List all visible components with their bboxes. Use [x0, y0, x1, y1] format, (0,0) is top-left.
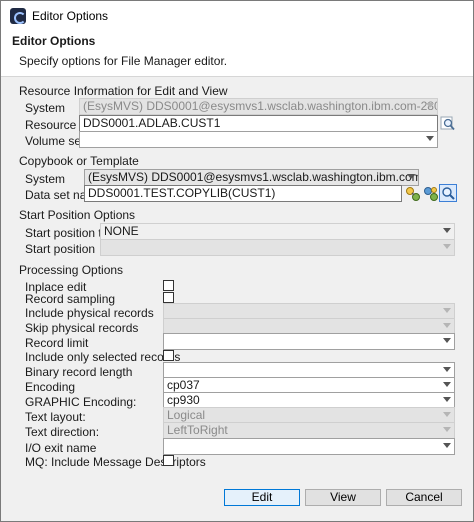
chevron-down-icon [443, 308, 451, 314]
chevron-down-icon [426, 103, 434, 109]
skip-physical-records-label: Skip physical records [25, 321, 139, 335]
volume-serial-select[interactable] [79, 131, 438, 148]
view-button[interactable]: View [305, 489, 381, 506]
template-button-1[interactable] [403, 184, 421, 202]
search-resource-button[interactable] [438, 114, 456, 132]
dialog-description: Specify options for File Manager editor. [19, 54, 228, 68]
copybook-icon [424, 187, 438, 201]
copybook-system-select[interactable]: (EsysMVS) DDS0001@esysmvs1.wsclab.washin… [84, 169, 419, 186]
cancel-button[interactable]: Cancel [386, 489, 462, 506]
chevron-down-icon [443, 443, 451, 449]
record-sampling-checkbox[interactable] [163, 292, 174, 303]
mq-message-descriptors-label: MQ: Include Message Descriptors [25, 455, 206, 469]
record-limit-label: Record limit [25, 336, 89, 350]
text-layout-label: Text layout: [25, 410, 86, 424]
dialog-title: Editor Options [12, 34, 96, 48]
title-bar: Editor Options [1, 1, 473, 31]
start-position-section-label: Start Position Options [19, 208, 136, 222]
start-position-type-select[interactable]: NONE [100, 223, 455, 240]
graphic-encoding-value: cp930 [167, 393, 200, 407]
dataset-name-input[interactable]: DDS0001.TEST.COPYLIB(CUST1) [84, 185, 402, 202]
text-direction-value: LeftToRight [167, 423, 228, 437]
resource-system-select[interactable]: (EsysMVS) DDS0001@esysmvs1.wsclab.washin… [79, 98, 438, 115]
copybook-system-value: (EsysMVS) DDS0001@esysmvs1.wsclab.washin… [88, 170, 419, 184]
encoding-value: cp037 [167, 378, 200, 392]
io-exit-name-select[interactable] [163, 438, 455, 455]
include-selected-records-checkbox[interactable] [163, 350, 174, 361]
mq-message-descriptors-checkbox[interactable] [163, 455, 174, 466]
window-title: Editor Options [32, 9, 109, 23]
search-dataset-button[interactable] [439, 184, 457, 202]
record-limit-select[interactable] [163, 333, 455, 350]
graphic-encoding-label: GRAPHIC Encoding: [25, 395, 137, 409]
encoding-label: Encoding [25, 380, 76, 394]
binary-record-length-label: Binary record length [25, 365, 133, 379]
resource-label: Resource [25, 118, 77, 132]
resource-system-value: (EsysMVS) DDS0001@esysmvs1.wsclab.washin… [83, 99, 438, 113]
chevron-down-icon [443, 382, 451, 388]
include-selected-records-label: Include only selected records [25, 350, 181, 364]
edit-button[interactable]: Edit [224, 489, 300, 506]
start-position-label: Start position [25, 242, 96, 256]
copybook-system-label: System [25, 172, 66, 186]
start-position-type-value: NONE [104, 224, 139, 238]
dialog-header: Editor Options Specify options for File … [1, 31, 473, 77]
search-icon [440, 116, 455, 131]
search-icon [442, 187, 455, 200]
chevron-down-icon [443, 412, 451, 418]
include-physical-records-label: Include physical records [25, 306, 154, 320]
record-sampling-label: Record sampling [25, 292, 116, 306]
copybook-section-label: Copybook or Template [19, 154, 139, 168]
app-icon [10, 8, 26, 24]
io-exit-name-label: I/O exit name [25, 441, 97, 455]
text-layout-value: Logical [167, 408, 206, 422]
chevron-down-icon [443, 397, 451, 403]
processing-section-label: Processing Options [19, 263, 124, 277]
chevron-down-icon [443, 367, 451, 373]
chevron-down-icon [407, 174, 415, 180]
template-icon [406, 187, 420, 201]
chevron-down-icon [443, 427, 451, 433]
resource-system-label: System [25, 101, 66, 115]
chevron-down-icon [443, 244, 451, 250]
chevron-down-icon [443, 228, 451, 234]
resource-section-label: Resource Information for Edit and View [19, 84, 228, 98]
text-direction-select[interactable]: LeftToRight [163, 422, 455, 439]
chevron-down-icon [443, 338, 451, 344]
text-direction-label: Text direction: [25, 425, 100, 439]
start-position-select[interactable] [100, 239, 455, 256]
chevron-down-icon [443, 323, 451, 329]
inplace-edit-checkbox[interactable] [163, 280, 174, 291]
chevron-down-icon [426, 136, 434, 142]
editor-options-dialog: Editor Options Editor Options Specify op… [0, 0, 474, 522]
template-button-2[interactable] [421, 184, 439, 202]
resource-input[interactable]: DDS0001.ADLAB.CUST1 [79, 115, 438, 132]
